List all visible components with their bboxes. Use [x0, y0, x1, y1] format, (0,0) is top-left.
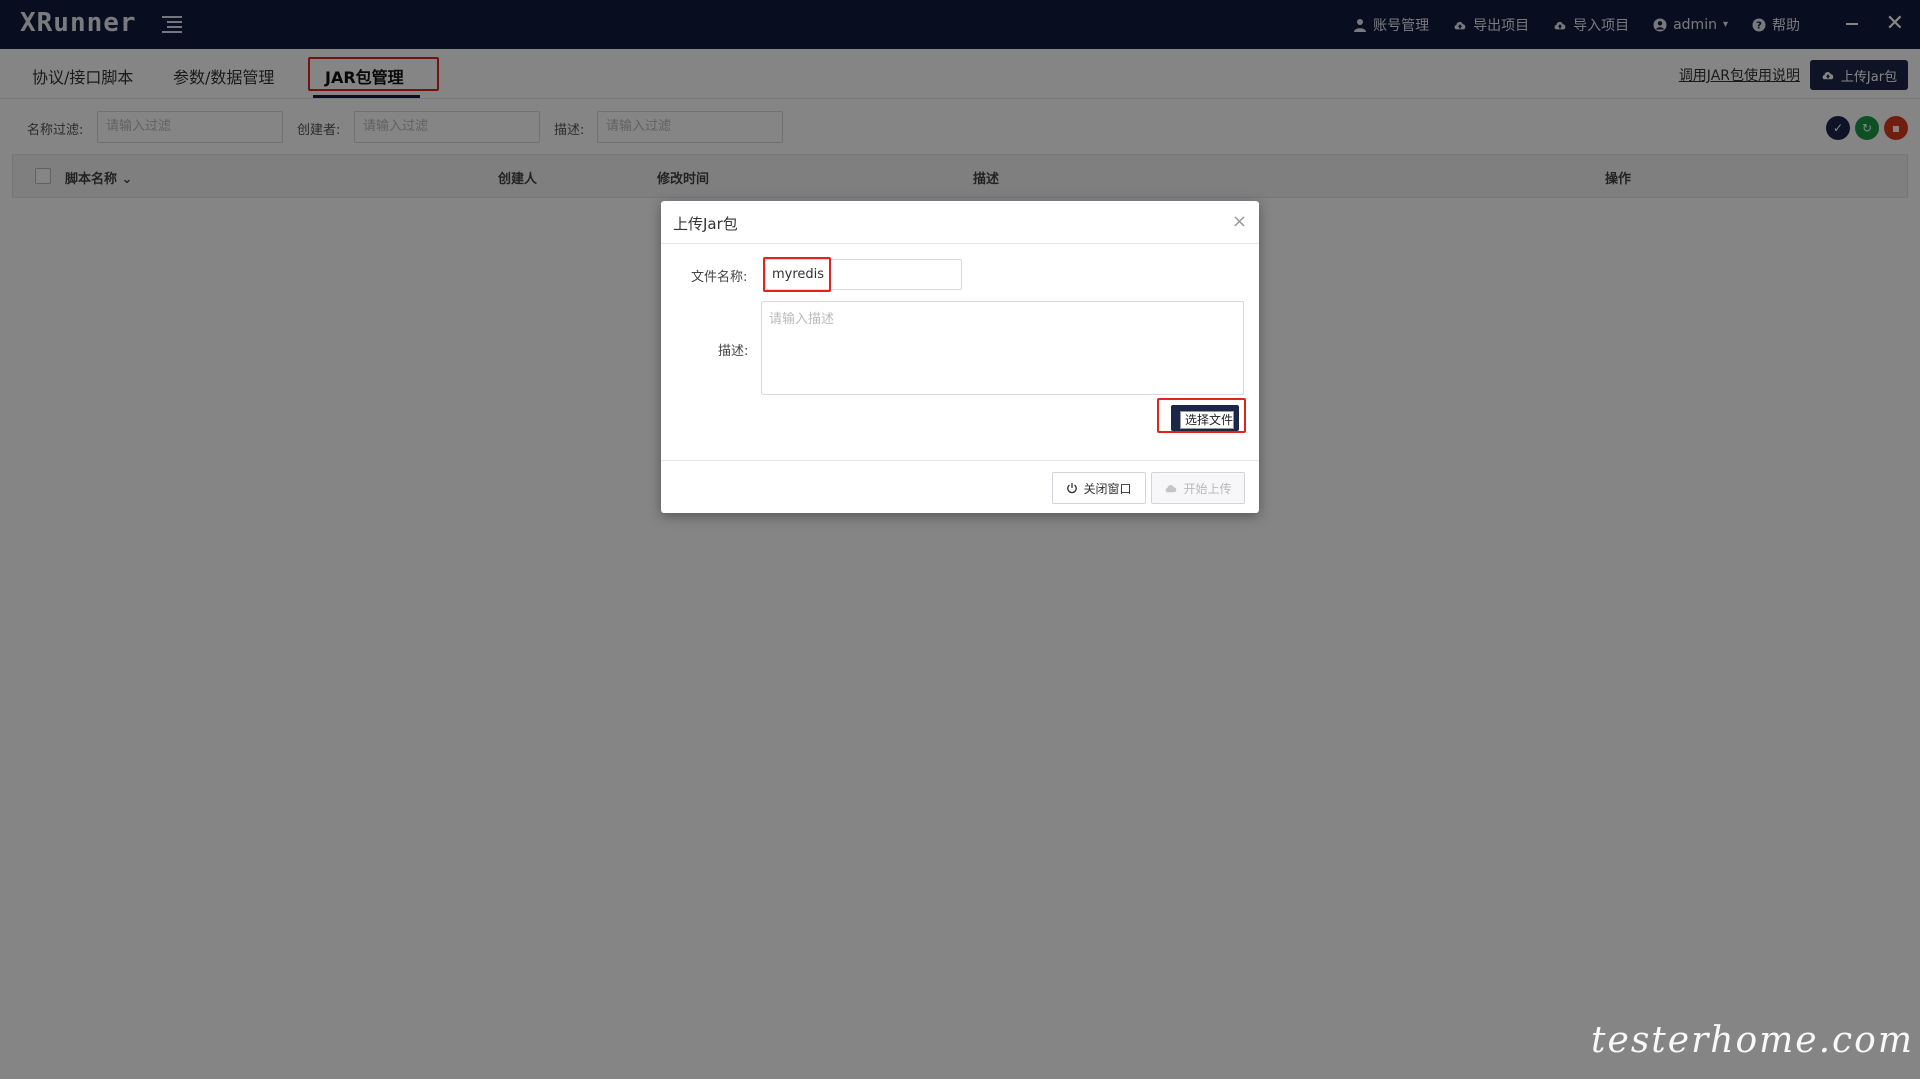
- highlight-box-select-file: [1157, 398, 1246, 433]
- dialog-footer: 关闭窗口 开始上传: [661, 460, 1259, 513]
- start-upload-button[interactable]: 开始上传: [1151, 472, 1245, 504]
- close-icon[interactable]: ×: [1232, 211, 1247, 232]
- power-icon: [1067, 483, 1078, 494]
- cloud-upload-icon: [1166, 484, 1177, 493]
- description-textarea[interactable]: 请输入描述: [761, 301, 1244, 395]
- description-label: 描述:: [718, 344, 749, 359]
- watermark-text: testerhome.com: [1591, 1020, 1914, 1061]
- filename-label: 文件名称:: [691, 270, 748, 285]
- close-dialog-button[interactable]: 关闭窗口: [1052, 472, 1146, 504]
- close-dialog-label: 关闭窗口: [1083, 481, 1132, 496]
- start-upload-label: 开始上传: [1183, 481, 1232, 496]
- modal-overlay[interactable]: [0, 0, 1920, 1079]
- dialog-header: 上传Jar包 ×: [661, 201, 1259, 244]
- dialog-title: 上传Jar包: [673, 215, 738, 233]
- upload-jar-dialog: 上传Jar包 × 文件名称: myredis 描述: 请输入描述 选择文件 关闭…: [661, 201, 1259, 513]
- highlight-box-filename: [763, 257, 831, 292]
